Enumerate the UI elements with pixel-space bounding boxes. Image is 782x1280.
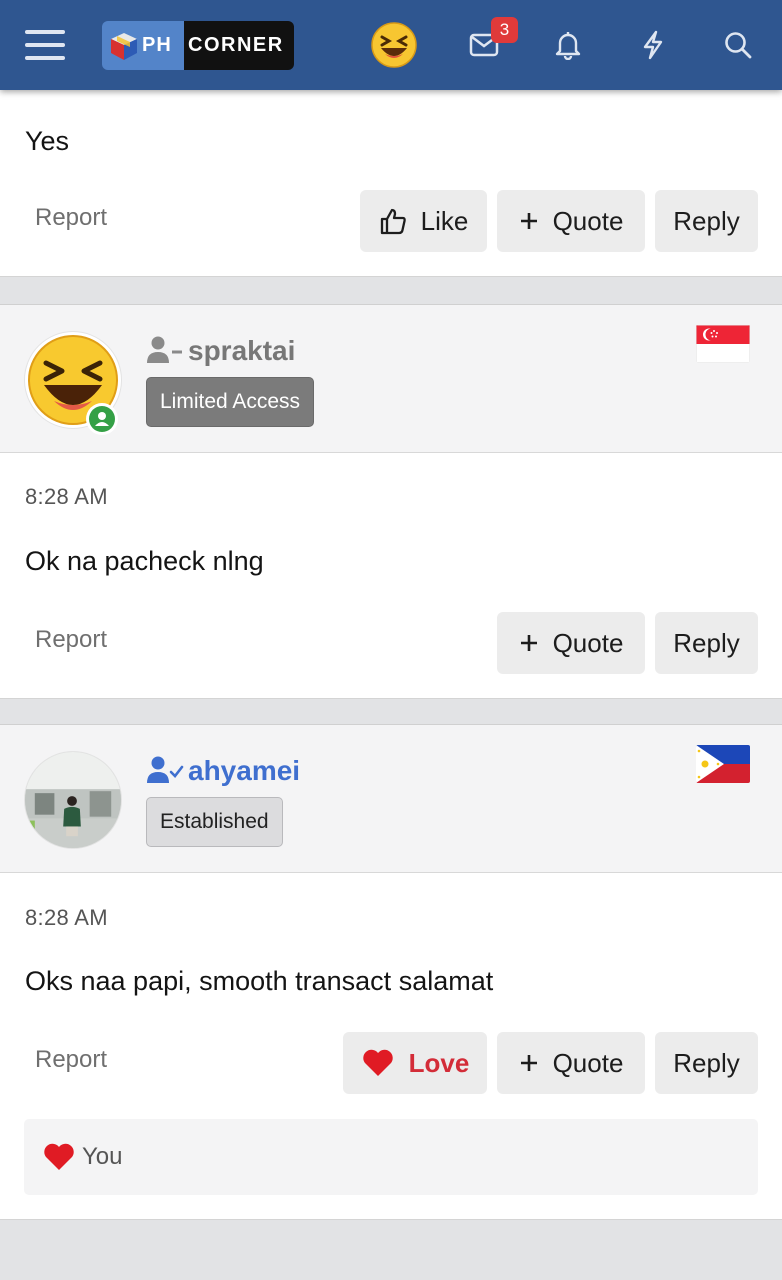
report-link[interactable]: Report: [35, 1046, 107, 1074]
like-button[interactable]: Like: [360, 190, 487, 252]
post-message-text: Yes: [25, 126, 70, 156]
reply-label: Reply: [673, 1047, 740, 1078]
plus-icon: [520, 635, 537, 651]
singapore-flag-icon: [696, 325, 750, 363]
post-spraktai: spraktai Limited Access 8:28 AM Ok na pa…: [0, 304, 782, 699]
post-ahyamei: ahyamei Established 8:28 AM Oks naa papi…: [0, 724, 782, 1220]
thumbs-up-icon: [380, 208, 406, 235]
heart-icon: [44, 1143, 74, 1170]
lightning-icon: [643, 30, 663, 60]
post-message-yes: Yes Report Like Quote Reply: [0, 90, 782, 277]
emoji-reaction-icon[interactable]: [371, 22, 417, 68]
reactions-by-text: You: [82, 1143, 123, 1170]
username-link[interactable]: ahyamei: [188, 755, 300, 787]
post-message-text: Oks naa papi, smooth transact salamat: [25, 966, 494, 996]
love-reaction-button[interactable]: Love: [343, 1032, 487, 1094]
user-rank-badge: Established: [146, 797, 283, 847]
reply-label: Reply: [673, 205, 740, 236]
username-link[interactable]: spraktai: [188, 335, 295, 367]
user-limited-icon: [146, 335, 184, 370]
search-icon: [725, 32, 752, 59]
verified-user-icon: [146, 755, 184, 790]
reply-button[interactable]: Reply: [655, 1032, 758, 1094]
post-timestamp[interactable]: 8:28 AM: [25, 905, 108, 931]
quote-label: Quote: [552, 1047, 624, 1078]
logo-ph-text: PH: [142, 34, 172, 56]
quote-label: Quote: [552, 627, 624, 658]
bell-icon: [555, 32, 581, 60]
plus-icon: [520, 1055, 537, 1071]
reply-label: Reply: [673, 627, 740, 658]
reactions-summary[interactable]: You: [24, 1119, 758, 1195]
inbox-count-badge: 3: [491, 17, 518, 43]
like-label: Like: [420, 205, 469, 236]
post-user-header: ahyamei Established: [0, 725, 782, 873]
top-header: PH CORNER 3: [0, 0, 782, 90]
site-logo[interactable]: PH CORNER: [102, 21, 294, 70]
online-user-icon: [89, 406, 115, 432]
post-message-text: Ok na pacheck nlng: [25, 546, 264, 576]
quote-button[interactable]: Quote: [497, 1032, 645, 1094]
reply-button[interactable]: Reply: [655, 190, 758, 252]
hamburger-menu-icon[interactable]: [25, 28, 65, 62]
reply-button[interactable]: Reply: [655, 612, 758, 674]
report-link[interactable]: Report: [35, 626, 107, 654]
quote-label: Quote: [552, 205, 624, 236]
search-button[interactable]: [715, 22, 761, 68]
logo-corner-text: CORNER: [188, 34, 284, 56]
quote-button[interactable]: Quote: [497, 612, 645, 674]
report-link[interactable]: Report: [35, 204, 107, 232]
plus-icon: [520, 213, 537, 229]
philippines-flag-icon: [696, 745, 750, 783]
alerts-button[interactable]: [545, 22, 591, 68]
quote-button[interactable]: Quote: [497, 190, 645, 252]
user-photo-avatar: [25, 752, 121, 848]
user-rank-badge: Limited Access: [146, 377, 315, 427]
page-background: [0, 1220, 782, 1280]
heart-icon: [362, 1049, 393, 1076]
post-timestamp[interactable]: 8:28 AM: [25, 484, 108, 510]
post-user-header: spraktai Limited Access: [0, 305, 782, 453]
love-label: Love: [408, 1047, 470, 1078]
online-status-indicator: [86, 403, 118, 435]
logo-cube-icon: [111, 32, 137, 60]
user-avatar[interactable]: [24, 751, 122, 849]
whats-new-button[interactable]: [630, 22, 676, 68]
